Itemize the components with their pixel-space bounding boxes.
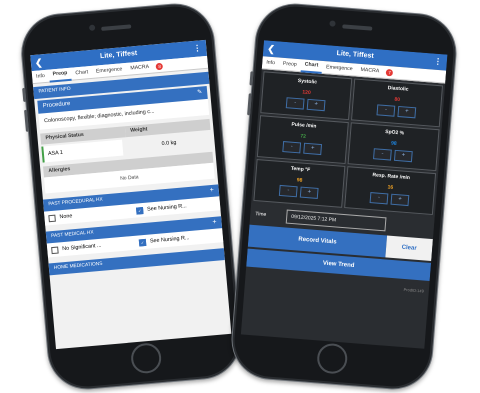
plus-icon[interactable]: + bbox=[209, 185, 214, 197]
screen: ❮ Lite, Tiffest ⋮ Info Preop Chart Emerg… bbox=[30, 39, 232, 350]
patient-name: Lite, Tiffest bbox=[99, 49, 138, 61]
volume-button bbox=[24, 109, 29, 132]
volume-button bbox=[249, 71, 254, 86]
option-label: See Nursing R... bbox=[146, 203, 187, 213]
kebab-menu-icon[interactable]: ⋮ bbox=[433, 54, 443, 71]
speaker bbox=[342, 24, 373, 31]
kebab-menu-icon[interactable]: ⋮ bbox=[193, 40, 202, 57]
tab-chart[interactable]: Chart bbox=[300, 58, 323, 74]
notification-badge[interactable]: 8 bbox=[155, 62, 164, 70]
vital-pulse: Pulse /min 72 - + bbox=[256, 115, 349, 165]
vital-resp-rate: Resp. Rate /min 16 - + bbox=[344, 166, 437, 216]
volume-button bbox=[22, 87, 27, 103]
plus-button[interactable]: + bbox=[299, 186, 319, 199]
vital-diastolic: Diastolic 80 - + bbox=[350, 78, 444, 128]
back-arrow-icon[interactable]: ❮ bbox=[34, 54, 43, 71]
clear-button[interactable]: Clear bbox=[385, 235, 433, 262]
camera bbox=[329, 20, 336, 27]
plus-button[interactable]: + bbox=[393, 149, 413, 163]
online-status-dot bbox=[319, 40, 323, 43]
checkbox[interactable] bbox=[51, 246, 59, 254]
patient-name: Lite, Tiffest bbox=[336, 49, 374, 60]
plus-button[interactable]: + bbox=[303, 142, 323, 156]
screen: ❮ Lite, Tiffest ⋮ Info Preop Chart Emerg… bbox=[240, 40, 448, 349]
vital-title: SpO2 % bbox=[384, 129, 405, 137]
phone-left: ❮ Lite, Tiffest ⋮ Info Preop Chart Emerg… bbox=[17, 0, 245, 393]
vital-title: Resp. Rate /min bbox=[372, 172, 411, 182]
minus-button[interactable]: - bbox=[285, 97, 305, 110]
section-title: PATIENT INFO bbox=[38, 86, 71, 95]
tab-macra[interactable]: MACRA bbox=[126, 61, 154, 75]
camera bbox=[89, 24, 96, 31]
vitals-grid: Systolic 120 - + Diastolic 80 - + Pulse /m… bbox=[251, 69, 446, 218]
vital-title: Temp °F bbox=[290, 165, 311, 174]
section-title: PAST MEDICAL HX bbox=[50, 230, 94, 240]
minus-button[interactable]: - bbox=[278, 184, 298, 198]
phone-right: ❮ Lite, Tiffest ⋮ Info Preop Chart Emerg… bbox=[228, 0, 460, 393]
vital-title: Pulse /min bbox=[291, 121, 317, 130]
tab-chart[interactable]: Chart bbox=[71, 66, 93, 80]
vital-title: Diastolic bbox=[387, 85, 409, 93]
vital-title: Systolic bbox=[297, 78, 318, 86]
back-arrow-icon[interactable]: ❮ bbox=[267, 41, 276, 58]
pencil-icon[interactable]: ✎ bbox=[197, 86, 203, 99]
checkbox-checked[interactable]: ✓ bbox=[135, 206, 144, 215]
online-status-dot bbox=[82, 45, 86, 49]
tab-info[interactable]: Info bbox=[32, 70, 50, 83]
volume-button bbox=[247, 93, 252, 116]
home-button[interactable] bbox=[129, 342, 163, 375]
time-label: Time bbox=[255, 211, 267, 218]
checkbox-checked[interactable]: ✓ bbox=[138, 238, 147, 246]
speaker bbox=[101, 24, 132, 31]
tab-emergence[interactable]: Emergence bbox=[92, 63, 127, 78]
minus-button[interactable]: - bbox=[282, 141, 302, 154]
minus-button[interactable]: - bbox=[373, 148, 392, 161]
checkbox[interactable] bbox=[48, 214, 56, 222]
section-title: HOME MEDICATIONS bbox=[53, 261, 103, 271]
vital-systolic: Systolic 120 - + bbox=[260, 71, 353, 121]
tab-info[interactable]: Info bbox=[262, 56, 280, 69]
minus-button[interactable]: - bbox=[376, 104, 396, 117]
tab-preop[interactable]: Preop bbox=[278, 58, 301, 72]
vital-spo2: SpO2 % 98 - + bbox=[347, 122, 440, 172]
plus-button[interactable]: + bbox=[397, 105, 417, 119]
section-title: PAST PROCEDURAL HX bbox=[48, 197, 103, 208]
tab-preop[interactable]: Preop bbox=[48, 66, 73, 83]
home-button[interactable] bbox=[316, 342, 349, 375]
procedure-label: Procedure bbox=[42, 100, 71, 110]
option-label: See Nursing R... bbox=[149, 235, 190, 245]
tab-emergence[interactable]: Emergence bbox=[322, 61, 357, 76]
vital-temp: Temp °F 98 - + bbox=[253, 159, 346, 208]
option-label: No Significant ... bbox=[62, 242, 102, 253]
plus-icon[interactable]: + bbox=[212, 217, 217, 229]
minus-button[interactable]: - bbox=[369, 192, 389, 205]
notification-badge[interactable]: 7 bbox=[385, 68, 394, 76]
option-label: None bbox=[59, 213, 73, 221]
plus-button[interactable]: + bbox=[306, 98, 326, 112]
tab-macra[interactable]: MACRA bbox=[356, 64, 384, 78]
plus-button[interactable]: + bbox=[390, 193, 410, 207]
